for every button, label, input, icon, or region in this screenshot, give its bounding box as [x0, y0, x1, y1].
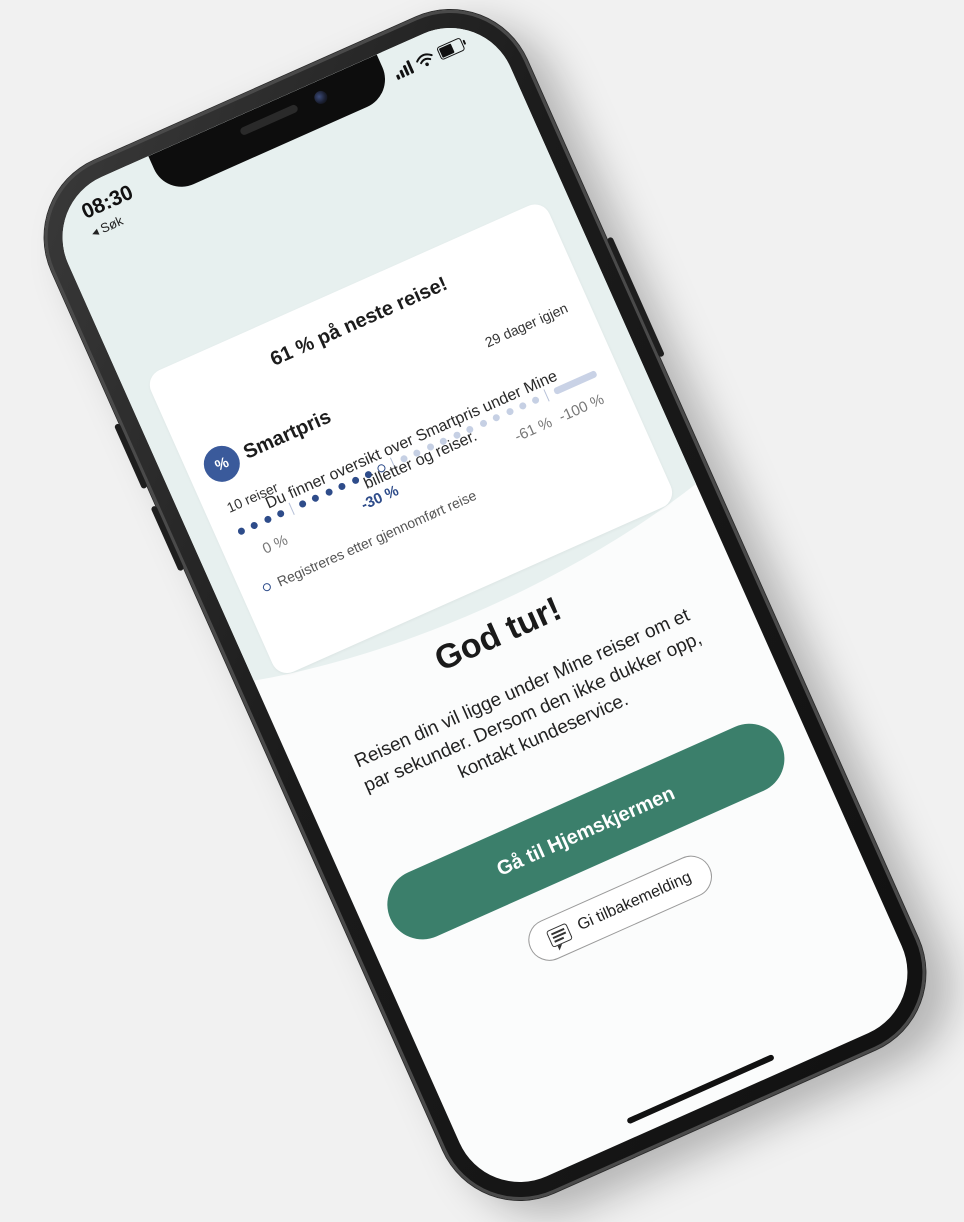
signal-icon: [392, 59, 415, 81]
phone-screen: 08:30 ◂ Søk 61 % på neste reise! % Smart…: [41, 6, 929, 1204]
percent-badge-icon: %: [202, 444, 242, 484]
feedback-label: Gi tilbakemelding: [574, 868, 694, 935]
chat-icon: [545, 922, 574, 948]
phone-frame: 08:30 ◂ Søk 61 % på neste reise! % Smart…: [17, 0, 953, 1222]
stage: 08:30 ◂ Søk 61 % på neste reise! % Smart…: [0, 0, 964, 1222]
home-indicator[interactable]: [626, 1053, 775, 1125]
smartpris-name: Smartpris: [239, 405, 335, 464]
days-left: 29 dager igjen: [482, 299, 571, 351]
wifi-icon: [416, 53, 433, 67]
pending-dot-icon: [261, 581, 273, 593]
battery-icon: [436, 37, 466, 61]
